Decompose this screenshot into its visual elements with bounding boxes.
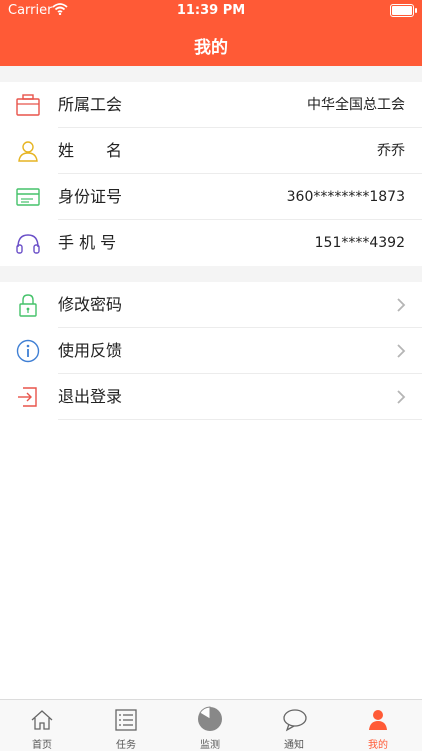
clock-time: 11:39 PM [176,3,246,18]
logout-icon [15,385,41,409]
info-icon [15,339,41,363]
union-value: 中华全国总工会 [307,97,405,113]
tab-bar: 首页 任务 监测 通知 我的 [0,699,422,751]
page-title: 我的 [194,38,228,58]
change-password-row[interactable]: 修改密码 [0,282,422,328]
lock-icon [15,293,41,317]
person-icon [15,139,41,163]
profile-row-name: 姓 名 乔乔 [0,128,422,174]
logout-row[interactable]: 退出登录 [0,374,422,420]
status-bar: Carrier 11:39 PM [0,0,422,22]
phone-value: 151****4392 [314,235,405,251]
change-password-label: 修改密码 [58,295,123,314]
chevron-right-icon [396,343,406,359]
feedback-row[interactable]: 使用反馈 [0,328,422,374]
home-icon [31,710,53,730]
logout-label: 退出登录 [58,387,123,406]
phone-label: 手 机 号 [58,233,117,252]
tab-home-label: 首页 [32,740,52,751]
id-value: 360********1873 [286,189,405,205]
actions-section: 修改密码 使用反馈 退出登录 [0,282,422,420]
tab-home[interactable]: 首页 [0,700,84,751]
profile-section: 所属工会 中华全国总工会 姓 名 乔乔 身份证号 360********1873… [0,82,422,266]
headset-icon [15,231,41,255]
tab-tasks-label: 任务 [116,740,136,751]
chevron-right-icon [396,297,406,313]
chevron-right-icon [396,389,406,405]
list-icon [115,709,137,731]
profile-row-phone: 手 机 号 151****4392 [0,220,422,266]
union-label: 所属工会 [58,95,123,114]
feedback-label: 使用反馈 [58,341,123,360]
content-background [0,420,422,699]
battery-icon [390,4,417,17]
name-label: 姓 名 [58,141,123,160]
tab-notifications[interactable]: 通知 [252,700,336,751]
profile-row-union: 所属工会 中华全国总工会 [0,82,422,128]
tab-mine[interactable]: 我的 [336,700,420,751]
tab-mine-label: 我的 [368,740,388,751]
id-label: 身份证号 [58,187,123,206]
chat-bubble-icon [283,709,307,732]
name-value: 乔乔 [377,143,405,159]
tab-notifications-label: 通知 [284,740,304,751]
tab-tasks[interactable]: 任务 [84,700,168,751]
id-card-icon [15,185,41,209]
profile-row-id: 身份证号 360********1873 [0,174,422,220]
nav-header: Carrier 11:39 PM 我的 [0,0,422,66]
pie-chart-icon [198,706,222,731]
tab-monitor[interactable]: 监测 [168,700,252,751]
briefcase-icon [15,93,41,117]
tab-monitor-label: 监测 [200,740,220,751]
user-icon [369,710,387,730]
